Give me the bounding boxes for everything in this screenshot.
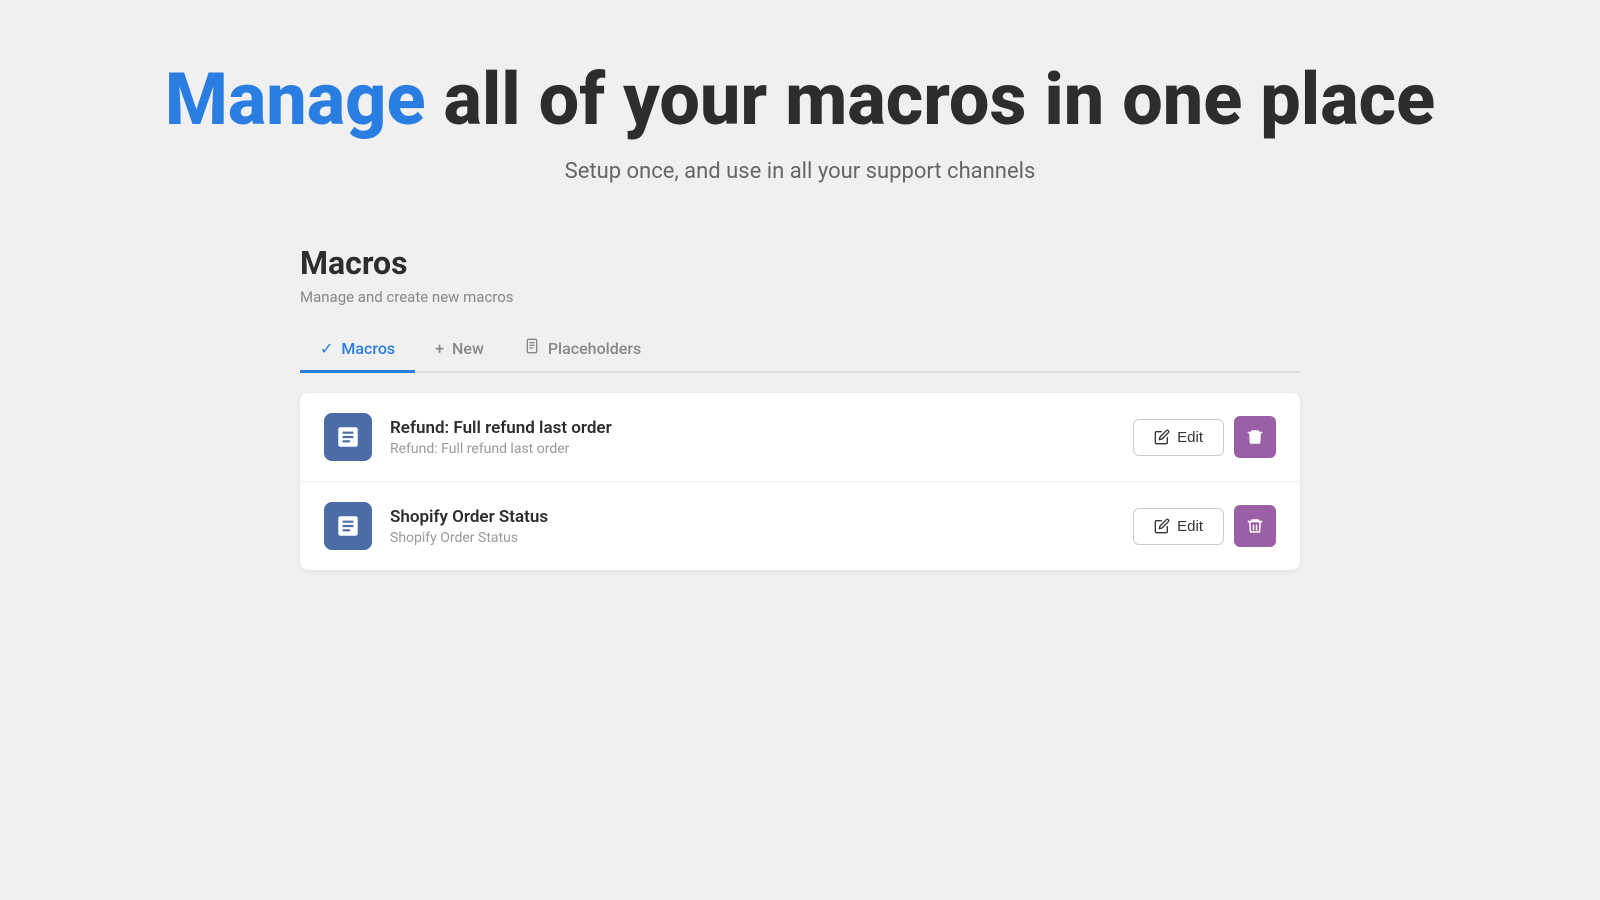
macro-item-2: Shopify Order Status Shopify Order Statu… xyxy=(300,482,1300,570)
tab-new[interactable]: + New xyxy=(415,327,504,373)
edit-label-2: Edit xyxy=(1177,518,1203,535)
macros-panel-header: Macros Manage and create new macros xyxy=(300,244,1300,306)
edit-label-1: Edit xyxy=(1177,429,1203,446)
trash-icon-2 xyxy=(1246,517,1264,535)
macro-actions-1: Edit xyxy=(1133,416,1276,458)
tab-new-label: New xyxy=(452,339,484,358)
edit-button-1[interactable]: Edit xyxy=(1133,419,1224,456)
macro-text-2: Shopify Order Status Shopify Order Statu… xyxy=(390,507,1115,546)
plus-icon: + xyxy=(435,339,444,358)
macro-icon-box-2 xyxy=(324,502,372,550)
tab-placeholders[interactable]: Placeholders xyxy=(504,326,661,373)
hero-section: Manage all of your macros in one place S… xyxy=(165,60,1435,184)
trash-icon-1 xyxy=(1246,428,1264,446)
macro-name-1: Refund: Full refund last order xyxy=(390,418,1115,438)
hero-title-rest: all of your macros in one place xyxy=(426,57,1436,142)
delete-button-2[interactable] xyxy=(1234,505,1276,547)
delete-button-1[interactable] xyxy=(1234,416,1276,458)
document-icon xyxy=(524,338,540,358)
tab-macros[interactable]: ✓ Macros xyxy=(300,327,415,373)
hero-title-highlight: Manage xyxy=(165,57,426,142)
macro-text-1: Refund: Full refund last order Refund: F… xyxy=(390,418,1115,457)
macros-panel-subtitle: Manage and create new macros xyxy=(300,288,1300,306)
macro-icon-box-1 xyxy=(324,413,372,461)
hero-title: Manage all of your macros in one place xyxy=(165,60,1435,139)
macros-list: Refund: Full refund last order Refund: F… xyxy=(300,393,1300,570)
edit-icon-1 xyxy=(1154,429,1170,445)
macros-panel: Macros Manage and create new macros ✓ Ma… xyxy=(300,244,1300,570)
tab-macros-label: Macros xyxy=(341,339,395,358)
macros-panel-title: Macros xyxy=(300,244,1300,282)
tabs-bar: ✓ Macros + New Placeholders xyxy=(300,326,1300,373)
macro-item: Refund: Full refund last order Refund: F… xyxy=(300,393,1300,482)
macro-description-2: Shopify Order Status xyxy=(390,530,1115,546)
edit-icon-2 xyxy=(1154,518,1170,534)
check-icon: ✓ xyxy=(320,339,333,358)
hero-subtitle: Setup once, and use in all your support … xyxy=(165,159,1435,184)
macro-name-2: Shopify Order Status xyxy=(390,507,1115,527)
page-container: Manage all of your macros in one place S… xyxy=(0,0,1600,900)
macro-actions-2: Edit xyxy=(1133,505,1276,547)
edit-button-2[interactable]: Edit xyxy=(1133,508,1224,545)
macro-description-1: Refund: Full refund last order xyxy=(390,441,1115,457)
tab-placeholders-label: Placeholders xyxy=(548,339,641,358)
